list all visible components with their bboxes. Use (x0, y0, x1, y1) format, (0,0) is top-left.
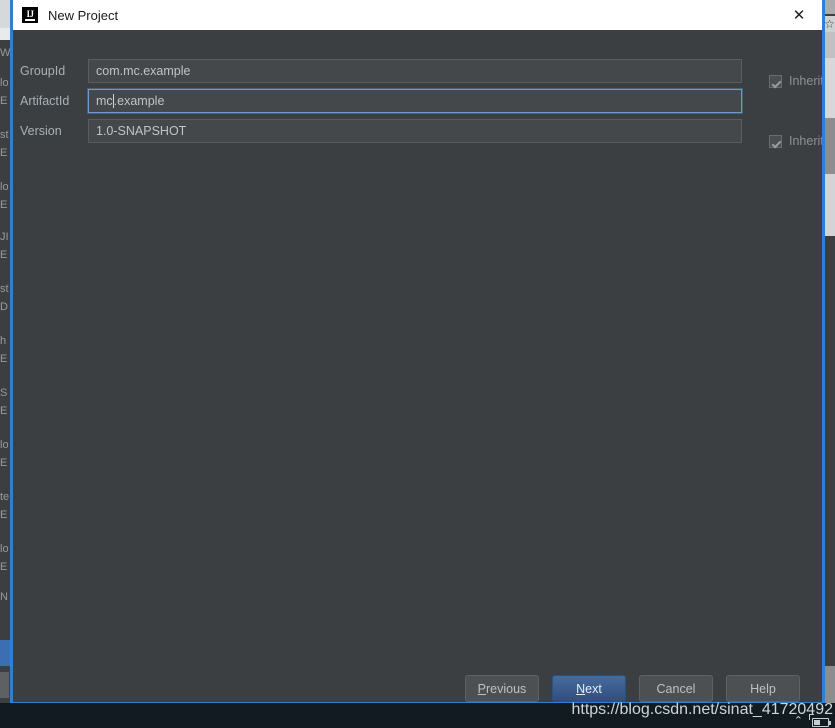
dialog-titlebar[interactable]: IJ New Project ✕ (13, 0, 822, 30)
dialog-title: New Project (48, 7, 119, 23)
close-icon[interactable]: ✕ (776, 0, 822, 30)
artifactid-input[interactable]: mc .example (88, 88, 742, 113)
version-inherit-group[interactable]: Inherit (769, 134, 823, 148)
new-project-dialog: IJ New Project ✕ GroupId com.mc.example … (12, 0, 823, 703)
groupid-inherit-checkbox[interactable] (769, 74, 782, 88)
help-button[interactable]: Help (726, 675, 800, 702)
form-row-groupid: GroupId com.mc.example (13, 58, 822, 83)
chevron-up-icon[interactable]: ⌃ (794, 716, 803, 727)
form-row-version: Version 1.0-SNAPSHOT (13, 118, 822, 143)
ide-selected-row[interactable] (0, 640, 10, 666)
version-inherit-label: Inherit (789, 134, 823, 148)
form-row-artifactid: ArtifactId mc .example (13, 88, 822, 113)
next-button[interactable]: Next (552, 675, 626, 702)
artifactid-value-post-caret: .example (113, 93, 165, 108)
groupid-value: com.mc.example (96, 63, 191, 78)
previous-mnemonic: P (477, 681, 487, 696)
next-mnemonic: N (576, 681, 586, 696)
screen-root: WloEstEloEJIEstDhESEloEteEloENlu ☆ IJ Ne… (0, 0, 835, 728)
groupid-input[interactable]: com.mc.example (88, 58, 742, 83)
groupid-inherit-group[interactable]: Inherit (769, 74, 823, 88)
version-inherit-checkbox[interactable] (769, 134, 782, 148)
text-caret (112, 93, 114, 108)
ide-scrollbar-thumb[interactable] (0, 672, 9, 698)
ide-right-panel-sliver-4 (825, 666, 835, 703)
ide-right-panel-sliver-3 (825, 174, 835, 236)
groupid-inherit-label: Inherit (789, 74, 823, 88)
cancel-label: Cancel (656, 681, 696, 696)
next-label: ext (585, 681, 602, 696)
dialog-body: GroupId com.mc.example Inherit ArtifactI… (13, 30, 823, 702)
ide-window-border-right (823, 0, 825, 703)
plug-icon (809, 714, 814, 720)
intellij-idea-icon: IJ (22, 7, 38, 23)
app-icon-letters: IJ (26, 9, 34, 19)
help-label: Help (750, 681, 776, 696)
ide-right-toolbar-sliver (825, 0, 835, 14)
version-value: 1.0-SNAPSHOT (96, 123, 187, 138)
ide-right-scrollbar-sliver[interactable] (825, 118, 835, 174)
star-icon[interactable]: ☆ (824, 16, 835, 32)
version-label: Version (20, 123, 62, 138)
artifactid-value-pre-caret: mc (96, 93, 113, 108)
previous-button[interactable]: Previous (465, 675, 539, 702)
groupid-label: GroupId (20, 63, 66, 78)
previous-label: revious (486, 681, 527, 696)
dialog-button-bar: Previous Next Cancel Help (13, 670, 822, 702)
artifactid-label: ArtifactId (20, 93, 70, 108)
cancel-button[interactable]: Cancel (639, 675, 713, 702)
ide-right-panel-sliver-1 (825, 32, 835, 58)
ide-right-panel-sliver-2 (825, 58, 835, 118)
os-taskbar: https://blog.csdn.net/sinat_41720492 ⌃ (0, 701, 835, 728)
system-tray: ⌃ (794, 714, 831, 727)
version-input[interactable]: 1.0-SNAPSHOT (88, 118, 742, 143)
battery-charging-icon[interactable] (809, 714, 831, 727)
